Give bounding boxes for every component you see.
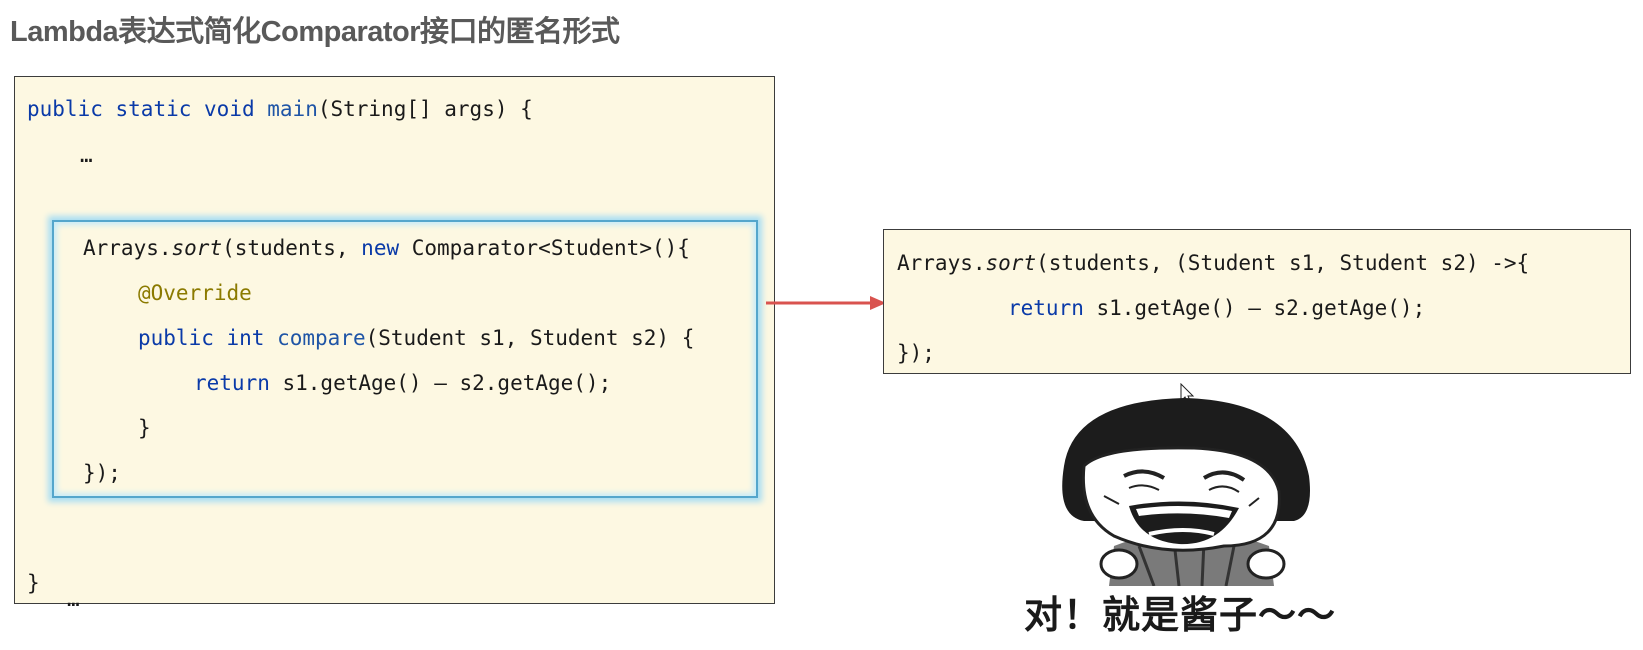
code-line-ellipsis: … — [80, 143, 93, 167]
code-line-return: return s1.getAge() – s2.getAge(); — [194, 371, 612, 395]
code-line-inner-close: } — [138, 416, 151, 440]
code-line-lambda-return: return s1.getAge() – s2.getAge(); — [1008, 296, 1426, 320]
meme-caption: 对！就是酱子～～ — [1024, 595, 1337, 637]
laughing-meme-face-icon — [1062, 398, 1310, 586]
code-line-compare: public int compare(Student s1, Student s… — [138, 326, 695, 350]
code-line-ellipsis-bottom: … — [67, 587, 80, 611]
code-line-lambda-close: }); — [897, 341, 935, 365]
code-line-close-brace: } — [27, 571, 40, 595]
highlighted-anonymous-comparator — [52, 220, 758, 498]
code-line-main: public static void main(String[] args) { — [27, 97, 533, 121]
code-line-lambda-sort: Arrays.sort(students, (Student s1, Stude… — [897, 251, 1530, 275]
code-line-sort-call: Arrays.sort(students, new Comparator<Stu… — [83, 236, 690, 260]
code-line-sort-close: }); — [83, 461, 121, 485]
code-line-override: @Override — [138, 281, 252, 305]
page-title: Lambda表达式简化Comparator接口的匿名形式 — [10, 16, 620, 48]
arrow-right-icon — [766, 296, 886, 310]
